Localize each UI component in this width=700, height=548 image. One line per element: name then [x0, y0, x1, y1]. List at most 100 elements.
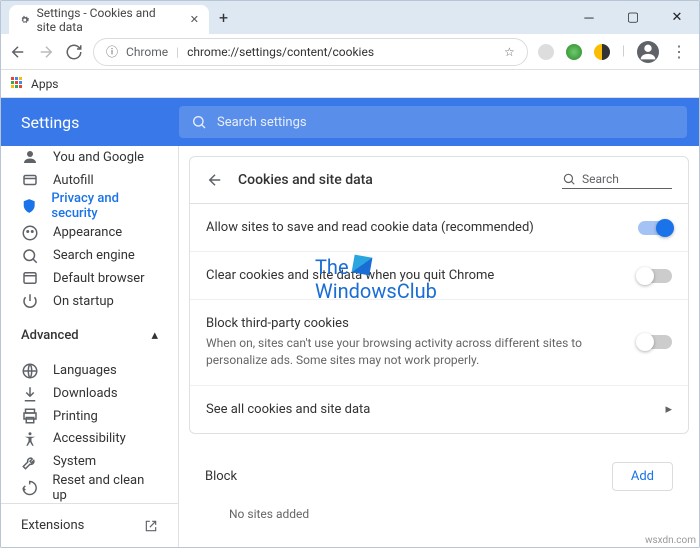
clear-on-quit-toggle[interactable] — [638, 269, 672, 283]
person-icon — [21, 148, 39, 166]
close-tab-icon[interactable]: ✕ — [190, 13, 199, 26]
settings-main[interactable]: Cookies and site data Search Allow sites… — [179, 146, 699, 547]
row-see-all-cookies[interactable]: See all cookies and site data ▸ — [190, 386, 688, 433]
settings-sidebar: You and Google Autofill Privacy and secu… — [1, 146, 179, 547]
allow-cookies-label: Allow sites to save and read cookie data… — [206, 220, 626, 235]
sidebar-item-on-startup[interactable]: On startup — [1, 290, 178, 313]
sidebar-advanced-toggle[interactable]: Advanced ▴ — [1, 312, 178, 359]
sidebar-item-you-and-google[interactable]: You and Google — [1, 146, 178, 169]
block-empty: No sites added — [189, 499, 689, 541]
block-section-title: Block — [205, 469, 237, 484]
power-icon — [21, 292, 39, 310]
cookie-search[interactable]: Search — [562, 172, 672, 189]
page-title: Cookies and site data — [238, 172, 373, 188]
autofill-icon — [21, 171, 39, 189]
print-icon — [21, 407, 39, 425]
ext-icon-3[interactable] — [594, 44, 610, 60]
sidebar-item-system[interactable]: System — [1, 450, 178, 473]
sidebar-item-autofill[interactable]: Autofill — [1, 169, 178, 192]
sidebar-item-search-engine[interactable]: Search engine — [1, 244, 178, 267]
omnibox[interactable]: ⓘ Chrome | chrome://settings/content/coo… — [93, 38, 528, 66]
chevron-right-icon: ▸ — [665, 402, 672, 417]
sidebar-item-label: Accessibility — [53, 431, 126, 446]
settings-search[interactable]: Search settings — [179, 106, 687, 138]
back-button[interactable] — [9, 43, 27, 61]
search-icon — [562, 172, 576, 186]
sidebar-item-reset[interactable]: Reset and clean up — [1, 473, 178, 503]
back-arrow-icon[interactable] — [206, 171, 224, 189]
star-icon[interactable]: ☆ — [504, 45, 515, 59]
menu-icon[interactable]: ⋮ — [671, 42, 687, 61]
search-placeholder: Search settings — [217, 115, 307, 130]
section-clear-on-exit: Clear on exit Add — [189, 541, 689, 547]
apps-icon[interactable] — [11, 77, 25, 91]
wrench-icon — [21, 453, 39, 471]
sidebar-item-appearance[interactable]: Appearance — [1, 221, 178, 244]
shield-icon — [21, 197, 37, 215]
ext-icon-2[interactable] — [566, 44, 582, 60]
search-icon — [191, 114, 207, 130]
ext-icon-1[interactable] — [538, 44, 554, 60]
omnibox-label: Chrome — [126, 45, 168, 59]
sidebar-item-accessibility[interactable]: Accessibility — [1, 428, 178, 451]
sidebar-item-label: Appearance — [53, 225, 122, 240]
sidebar-item-label: Default browser — [53, 271, 145, 286]
sidebar-item-printing[interactable]: Printing — [1, 405, 178, 428]
block3-title: Block third-party cookies — [206, 316, 626, 331]
reload-button[interactable] — [65, 43, 83, 61]
sidebar-item-label: Reset and clean up — [52, 473, 158, 503]
minimize-button[interactable]: ─ — [567, 1, 611, 34]
search-icon — [21, 247, 39, 265]
chevron-up-icon: ▴ — [151, 328, 158, 343]
clear-on-quit-label: Clear cookies and site data when you qui… — [206, 268, 626, 283]
sidebar-item-languages[interactable]: Languages — [1, 359, 178, 382]
sidebar-item-downloads[interactable]: Downloads — [1, 382, 178, 405]
sidebar-item-label: System — [53, 454, 96, 469]
section-block: Block Add — [189, 444, 689, 499]
forward-button[interactable] — [37, 43, 55, 61]
globe-icon — [21, 362, 39, 380]
download-icon — [21, 385, 39, 403]
block3-desc: When on, sites can't use your browsing a… — [206, 335, 626, 369]
sidebar-extensions[interactable]: Extensions — [1, 503, 178, 547]
apps-label[interactable]: Apps — [31, 77, 59, 91]
omnibox-url: chrome://settings/content/cookies — [187, 45, 374, 59]
external-link-icon — [144, 519, 158, 533]
new-tab-button[interactable]: + — [209, 1, 238, 34]
browser-tab[interactable]: Settings - Cookies and site data ✕ — [9, 5, 209, 34]
sidebar-item-privacy[interactable]: Privacy and security — [1, 191, 178, 221]
see-all-label: See all cookies and site data — [206, 402, 653, 417]
cookies-card: Cookies and site data Search Allow sites… — [189, 156, 689, 434]
reset-icon — [21, 479, 38, 497]
settings-header: Settings Search settings — [1, 98, 699, 146]
sidebar-item-label: Printing — [53, 409, 98, 424]
row-allow-cookies[interactable]: Allow sites to save and read cookie data… — [190, 204, 688, 252]
sidebar-item-label: You and Google — [53, 150, 144, 165]
gear-icon — [19, 13, 31, 27]
sidebar-item-label: Autofill — [53, 173, 94, 188]
cookie-search-placeholder: Search — [582, 172, 619, 186]
sidebar-item-label: Downloads — [53, 386, 118, 401]
profile-avatar[interactable] — [637, 41, 659, 63]
window-controls: ─ ▢ ✕ — [567, 1, 699, 34]
block-third-party-toggle[interactable] — [638, 335, 672, 349]
toolbar-extensions: | ⋮ — [538, 41, 691, 63]
card-header: Cookies and site data Search — [190, 157, 688, 204]
advanced-label: Advanced — [21, 328, 79, 343]
bookmarks-bar: Apps — [1, 70, 699, 98]
browser-icon — [21, 269, 39, 287]
sidebar-item-label: Search engine — [53, 248, 135, 263]
allow-cookies-toggle[interactable] — [638, 221, 672, 235]
sidebar-item-default-browser[interactable]: Default browser — [1, 267, 178, 290]
settings-title: Settings — [1, 113, 179, 132]
accessibility-icon — [21, 430, 39, 448]
browser-toolbar: ⓘ Chrome | chrome://settings/content/coo… — [1, 34, 699, 70]
row-clear-on-quit[interactable]: Clear cookies and site data when you qui… — [190, 252, 688, 300]
close-window-button[interactable]: ✕ — [655, 1, 699, 34]
site-info-icon[interactable]: ⓘ — [106, 43, 118, 60]
tab-title: Settings - Cookies and site data — [37, 6, 176, 34]
row-block-third-party[interactable]: Block third-party cookies When on, sites… — [190, 300, 688, 386]
add-block-button[interactable]: Add — [612, 462, 673, 491]
appearance-icon — [21, 224, 39, 242]
maximize-button[interactable]: ▢ — [611, 1, 655, 34]
